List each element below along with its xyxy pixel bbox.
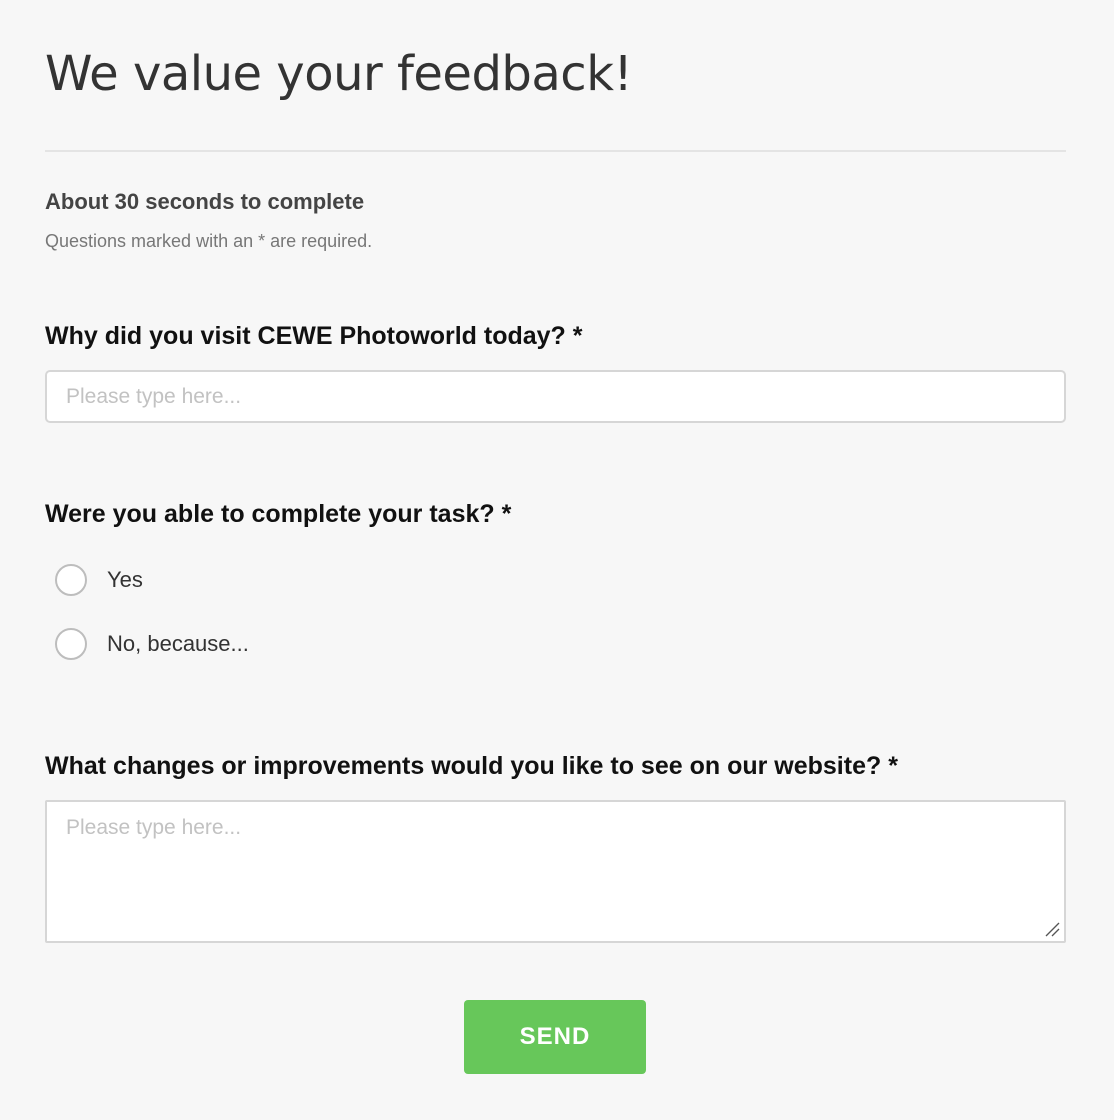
radio-option-no[interactable]: No, because... [55,628,249,660]
required-fields-note: Questions marked with an * are required. [45,231,373,251]
radio-label-yes: Yes [107,567,143,592]
header-divider [45,150,1066,152]
completion-time-note: About 30 seconds to complete [45,189,365,214]
visit-reason-input[interactable] [45,370,1066,423]
radio-option-yes[interactable]: Yes [55,564,143,596]
resize-handle-icon[interactable] [1044,921,1060,937]
question-task-complete-label: Were you able to complete your task? * [45,500,512,528]
send-button[interactable]: SEND [464,1000,646,1074]
radio-button-no[interactable] [55,628,87,660]
radio-label-no: No, because... [107,631,249,656]
question-visit-reason-label: Why did you visit CEWE Photoworld today?… [45,322,583,350]
page-title: We value your feedback! [45,46,633,102]
radio-button-yes[interactable] [55,564,87,596]
improvements-textarea[interactable] [45,800,1066,943]
question-improvements-label: What changes or improvements would you l… [45,752,898,780]
